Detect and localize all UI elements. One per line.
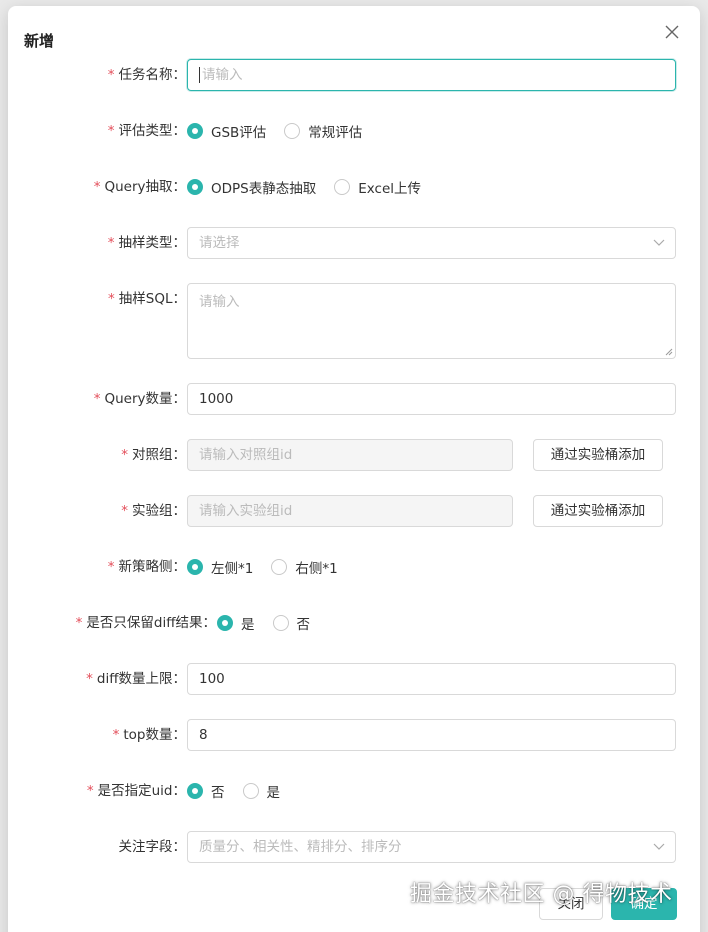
new-strategy-side-label: * 新策略侧： — [107, 559, 186, 575]
radio-diff-no[interactable]: 否 — [272, 613, 310, 633]
add-task-modal: 新增 * 任务名称： 请输入 * 评估类型： GSB评估 常规评估 * Query抽取… — [8, 6, 700, 932]
query-count-row: * Query数量： 1000 — [8, 383, 700, 415]
sample-type-label: * 抽样类型： — [107, 235, 186, 251]
control-group-row: * 对照组： 请输入对照组id 通过实验桶添加 — [8, 439, 700, 471]
task-name-label: * 任务名称： — [107, 67, 186, 83]
query-count-input[interactable]: 1000 — [187, 383, 676, 415]
radio-uid-yes[interactable]: 是 — [242, 781, 280, 801]
add-experiment-from-bucket-button[interactable]: 通过实验桶添加 — [533, 495, 663, 527]
radio-left-side[interactable]: 左侧*1 — [187, 557, 253, 577]
sample-type-select[interactable]: 请选择 — [187, 227, 676, 259]
sample-sql-label: * 抽样SQL： — [108, 291, 186, 307]
sample-sql-row: * 抽样SQL： 请输入 — [8, 283, 700, 359]
new-strategy-side-row: * 新策略侧： 左侧*1 右侧*1 — [8, 551, 700, 583]
query-extract-row: * Query抽取： ODPS表静态抽取 Excel上传 — [8, 171, 700, 203]
control-group-label: * 对照组： — [121, 447, 186, 463]
chevron-down-icon — [653, 239, 665, 246]
experiment-group-input[interactable]: 请输入实验组id — [187, 495, 513, 527]
control-group-input[interactable]: 请输入对照组id — [187, 439, 513, 471]
radio-diff-yes[interactable]: 是 — [217, 613, 255, 633]
diff-only-row: * 是否只保留diff结果： 是 否 — [8, 607, 700, 639]
eval-type-radio-group: GSB评估 常规评估 — [187, 115, 380, 147]
radio-right-side[interactable]: 右侧*1 — [271, 557, 338, 577]
task-name-input[interactable]: 请输入 — [187, 59, 676, 91]
resize-handle-icon[interactable] — [665, 348, 673, 356]
specify-uid-row: * 是否指定uid： 否 是 — [8, 775, 700, 807]
sample-sql-textarea[interactable]: 请输入 — [187, 283, 676, 359]
radio-odps-static[interactable]: ODPS表静态抽取 — [187, 177, 316, 197]
top-count-input[interactable]: 8 — [187, 719, 676, 751]
diff-limit-input[interactable]: 100 — [187, 663, 676, 695]
diff-only-label: * 是否只保留diff结果： — [75, 615, 216, 631]
diff-limit-row: * diff数量上限： 100 — [8, 663, 700, 695]
watermark-text: 掘金技术社区 @ 得物技术 — [410, 882, 673, 907]
diff-limit-label: * diff数量上限： — [86, 671, 186, 687]
radio-uid-no[interactable]: 否 — [187, 781, 225, 801]
radio-gsb-eval[interactable]: GSB评估 — [187, 121, 266, 141]
top-count-row: * top数量： 8 — [8, 719, 700, 751]
experiment-group-row: * 实验组： 请输入实验组id 通过实验桶添加 — [8, 495, 700, 527]
radio-regular-eval[interactable]: 常规评估 — [284, 121, 362, 141]
diff-only-radio-group: 是 否 — [217, 607, 328, 639]
chevron-down-icon — [653, 843, 665, 850]
query-count-label: * Query数量： — [93, 391, 186, 407]
query-extract-radio-group: ODPS表静态抽取 Excel上传 — [187, 171, 439, 203]
top-count-label: * top数量： — [112, 727, 186, 743]
specify-uid-label: * 是否指定uid： — [86, 783, 186, 799]
focus-fields-row: 关注字段： 质量分、相关性、精排分、排序分 — [8, 831, 700, 863]
new-strategy-side-radio-group: 左侧*1 右侧*1 — [187, 551, 356, 583]
close-icon[interactable] — [664, 24, 680, 40]
modal-title: 新增 — [24, 32, 55, 50]
add-control-from-bucket-button[interactable]: 通过实验桶添加 — [533, 439, 663, 471]
query-extract-label: * Query抽取： — [93, 179, 186, 195]
focus-fields-label: 关注字段： — [118, 839, 187, 855]
eval-type-label: * 评估类型： — [107, 123, 186, 139]
eval-type-row: * 评估类型： GSB评估 常规评估 — [8, 115, 700, 147]
radio-excel-upload[interactable]: Excel上传 — [334, 177, 421, 197]
specify-uid-radio-group: 否 是 — [187, 775, 298, 807]
sample-type-row: * 抽样类型： 请选择 — [8, 227, 700, 259]
focus-fields-select[interactable]: 质量分、相关性、精排分、排序分 — [187, 831, 676, 863]
experiment-group-label: * 实验组： — [121, 503, 186, 519]
task-name-row: * 任务名称： 请输入 — [8, 59, 700, 91]
